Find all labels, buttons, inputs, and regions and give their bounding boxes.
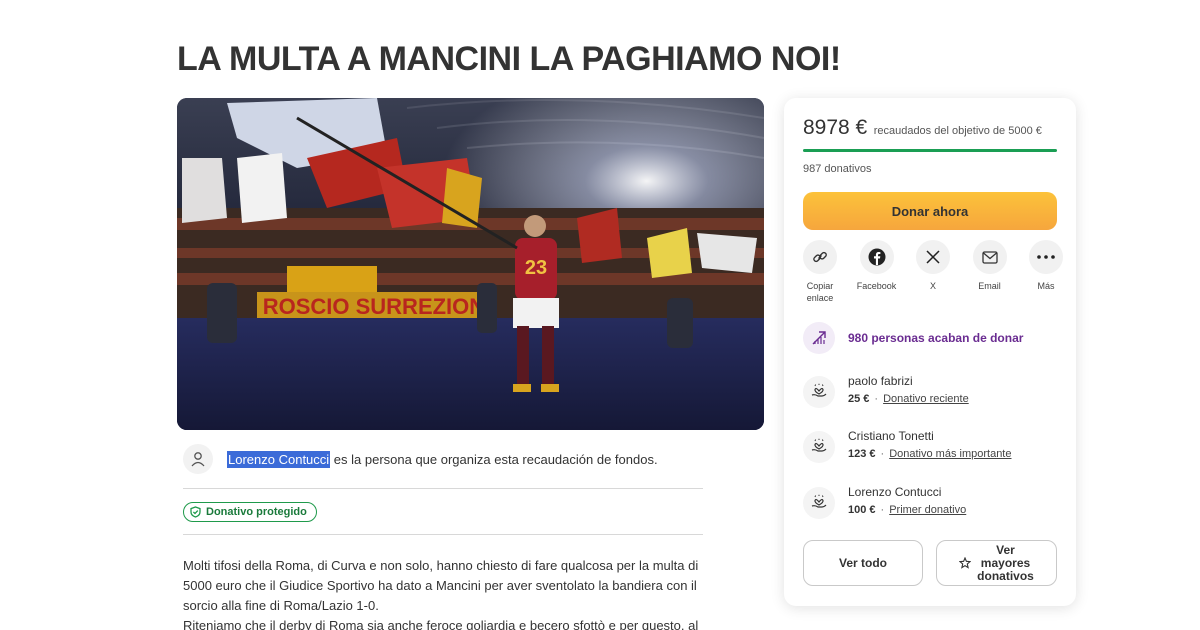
raised-amount: 8978 € (803, 116, 868, 139)
recent-donors-row: 980 personas acaban de donar (803, 322, 1023, 354)
story-line: Molti tifosi della Roma, di Curva e non … (183, 558, 699, 573)
email-icon[interactable] (972, 240, 1007, 274)
separator-dot: · (880, 448, 885, 460)
link-icon[interactable] (803, 240, 837, 274)
separator-dot: · (874, 393, 879, 405)
donor-tag-link[interactable]: Primer donativo (889, 504, 966, 516)
donor-name: Cristiano Tonetti (848, 429, 934, 443)
page-title: LA MULTA A MANCINI LA PAGHIAMO NOI! (177, 40, 841, 78)
donor-name: paolo fabrizi (848, 374, 913, 388)
heart-hand-icon (803, 431, 835, 463)
donor-tag-link[interactable]: Donativo más importante (889, 448, 1011, 460)
campaign-hero-image: ROSCIO SURREZIONI 23 (177, 98, 764, 430)
organizer-description: es la persona que organiza esta recaudac… (330, 451, 658, 467)
story-line: Riteniamo che il derby di Roma sia anche… (183, 618, 699, 630)
donor-amount: 100 € (848, 504, 876, 516)
top-donors-button[interactable]: Ver mayores donativos (936, 540, 1057, 586)
donor-amount: 123 € (848, 448, 876, 460)
donations-count: 987 donativos (803, 163, 872, 175)
organizer-row: Lorenzo Contucci es la persona que organ… (183, 444, 703, 474)
x-icon[interactable] (916, 240, 950, 274)
share-label: Más (1037, 281, 1055, 291)
amount-raised: 8978 € recaudados del objetivo de 5000 € (803, 116, 1042, 140)
story-line: 5000 euro che il Giudice Sportivo ha dat… (183, 578, 697, 593)
donor-amount: 25 € (848, 393, 870, 405)
donate-now-button[interactable]: Donar ahora (803, 192, 1057, 230)
organizer-name[interactable]: Lorenzo Contucci (227, 450, 331, 468)
donor-item: Lorenzo Contucci 100 € · Primer donativo (803, 485, 966, 519)
donation-card: 8978 € recaudados del objetivo de 5000 €… (784, 98, 1076, 606)
separator-dot: · (880, 504, 885, 516)
progress-fill (803, 149, 1057, 152)
share-label: X (929, 281, 936, 291)
heart-hand-icon (803, 376, 835, 408)
campaign-story: Molti tifosi della Roma, di Curva e non … (183, 556, 708, 630)
share-copy-link[interactable]: Copiar enlace (798, 240, 842, 304)
protected-donation-badge: Donativo protegido (183, 502, 317, 522)
see-all-button[interactable]: Ver todo (803, 540, 923, 586)
facebook-icon[interactable] (859, 240, 894, 274)
story-line: sorcio alla fine di Roma/Lazio 1-0. (183, 598, 379, 613)
share-label: Copiar enlace (806, 281, 834, 303)
divider (183, 534, 703, 535)
recent-donors-text: 980 personas acaban de donar (848, 331, 1024, 345)
organizer-text: Lorenzo Contucci es la persona que organ… (227, 450, 658, 468)
donor-item: paolo fabrizi 25 € · Donativo reciente (803, 374, 969, 408)
star-icon (959, 557, 972, 569)
donor-item: Cristiano Tonetti 123 € · Donativo más imp… (803, 429, 1011, 463)
more-icon[interactable] (1029, 240, 1063, 274)
trending-up-icon (803, 322, 835, 354)
share-facebook[interactable]: Facebook (855, 240, 899, 304)
share-email[interactable]: Email (968, 240, 1012, 304)
share-options: Copiar enlace Facebook X Email Más (798, 240, 1068, 304)
share-more[interactable]: Más (1024, 240, 1068, 304)
hero-banner-text: ROSCIO SURREZIONI (263, 294, 492, 319)
svg-text:23: 23 (525, 257, 547, 279)
share-label: Email (978, 281, 1001, 291)
divider (183, 488, 703, 489)
heart-hand-icon (803, 487, 835, 519)
donor-name: Lorenzo Contucci (848, 485, 942, 499)
share-label: Facebook (856, 281, 897, 291)
shield-check-icon (190, 506, 201, 518)
top-donors-label: Ver mayores donativos (977, 542, 1034, 583)
badge-label: Donativo protegido (206, 506, 307, 518)
donor-tag-link[interactable]: Donativo reciente (883, 393, 969, 405)
progress-bar (803, 149, 1057, 152)
share-x[interactable]: X (911, 240, 955, 304)
goal-text: recaudados del objetivo de 5000 € (873, 125, 1042, 137)
user-avatar-icon (183, 444, 213, 474)
